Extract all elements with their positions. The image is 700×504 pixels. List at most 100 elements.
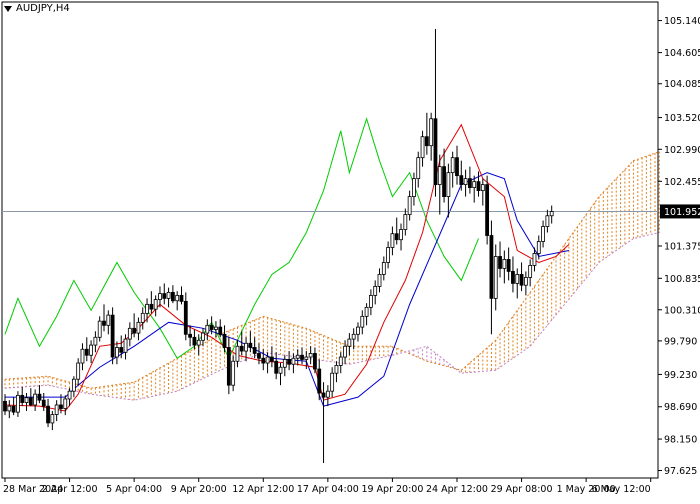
- candle-body: [347, 338, 352, 347]
- candle-body: [295, 354, 300, 359]
- candle-body: [463, 178, 468, 186]
- candle-body: [506, 259, 511, 272]
- candle-body: [368, 294, 373, 308]
- candle-body: [218, 326, 223, 335]
- candle-body: [248, 342, 253, 348]
- candle-body: [261, 357, 266, 364]
- candle-body: [519, 274, 524, 286]
- y-tick-label: 100.310: [664, 305, 700, 316]
- chart-window: 105.140 104.605 104.085 103.520 102.990 102.4…: [0, 0, 700, 500]
- candle-body: [472, 181, 477, 189]
- candle-body: [450, 157, 455, 174]
- candle-body: [304, 356, 309, 360]
- candle-body: [407, 196, 412, 215]
- candle-body: [321, 392, 326, 398]
- candle-body: [24, 397, 29, 403]
- candle-body: [278, 366, 283, 374]
- candle-body: [532, 253, 537, 266]
- candle-body: [37, 393, 42, 401]
- candle-body: [162, 293, 167, 299]
- candle-body: [455, 157, 459, 177]
- y-tick-label: 102.990: [664, 145, 700, 156]
- candle-body: [158, 293, 162, 300]
- candle: [485, 175, 490, 245]
- candle-body: [222, 333, 227, 348]
- candle-body: [373, 286, 378, 296]
- candle-body: [145, 303, 149, 314]
- candle-body: [140, 312, 145, 323]
- candle-body: [325, 390, 330, 398]
- y-tick-label: 99.230: [664, 370, 697, 381]
- candle-body: [11, 405, 16, 413]
- dropdown-triangle-icon[interactable]: [4, 5, 12, 12]
- candle-body: [231, 360, 236, 386]
- candle-body: [476, 181, 481, 192]
- candle-body: [115, 347, 119, 358]
- candle-body: [338, 356, 343, 366]
- ichimoku-chart: 105.140 104.605 104.085 103.520 102.990 102.4…: [1, 1, 700, 495]
- candle-body: [59, 404, 63, 409]
- candle-body: [106, 314, 111, 326]
- y-tick-label: 100.835: [664, 274, 700, 285]
- candle-body: [334, 365, 339, 374]
- plot-frame: [1, 1, 659, 479]
- price-axis: 105.140 104.605 104.085 103.520 102.990 102.4…: [658, 16, 700, 477]
- candle-body: [28, 397, 33, 406]
- candle-body: [480, 184, 485, 192]
- x-tick-label: 29 Apr 08:00: [491, 484, 553, 495]
- y-tick-label: 98.690: [664, 402, 697, 413]
- candle-body: [403, 214, 408, 230]
- current-price-label: 101.952: [664, 207, 700, 218]
- candle-body: [205, 324, 210, 334]
- candle-body: [300, 354, 304, 360]
- candle-body: [67, 390, 72, 400]
- candle-body: [183, 300, 188, 335]
- y-tick-label: 101.375: [664, 241, 700, 252]
- candle-body: [71, 378, 76, 392]
- candle-body: [63, 398, 68, 409]
- candle-body: [528, 265, 533, 278]
- candle-body: [84, 348, 89, 356]
- candle-body: [541, 226, 545, 242]
- candle-body: [226, 347, 231, 386]
- candle-body: [46, 405, 50, 424]
- candle-body: [132, 327, 137, 334]
- candle-body: [424, 136, 429, 147]
- candle-body: [170, 291, 175, 302]
- candle-body: [252, 347, 257, 354]
- candle-body: [360, 315, 365, 328]
- candle-body: [364, 306, 369, 317]
- candle-body: [502, 259, 507, 269]
- candle-body: [549, 211, 554, 217]
- y-tick-label: 104.085: [664, 79, 700, 90]
- candle-body: [412, 178, 416, 197]
- candle-body: [485, 184, 490, 236]
- candle-body: [136, 321, 141, 334]
- candle-body: [149, 303, 154, 310]
- x-tick-label: 6 May 12:00: [592, 484, 651, 495]
- candle-body: [459, 175, 464, 186]
- candle-body: [179, 294, 184, 302]
- candle-body: [416, 157, 421, 180]
- candle-body: [545, 215, 550, 227]
- candle-body: [7, 405, 12, 412]
- chart-title-bar[interactable]: AUDJPY,H4: [4, 3, 70, 14]
- candle-body: [50, 414, 55, 424]
- candle-body: [515, 274, 520, 284]
- candle-body: [433, 118, 438, 186]
- candle-body: [54, 404, 59, 415]
- candle-body: [235, 345, 240, 362]
- x-tick-label: 24 Apr 12:00: [426, 484, 488, 495]
- y-tick-label: 97.625: [664, 466, 697, 477]
- candle-body: [420, 136, 425, 159]
- candle-body: [188, 333, 192, 338]
- candle-body: [110, 314, 115, 358]
- candle-body: [102, 320, 106, 326]
- candle-body: [446, 172, 451, 197]
- candle-body: [153, 299, 158, 310]
- candle-body: [239, 345, 244, 352]
- candle-body: [20, 394, 25, 403]
- x-tick-label: 9 Apr 20:00: [171, 484, 227, 495]
- x-tick-label: 5 Apr 04:00: [106, 484, 162, 495]
- candle-body: [41, 399, 46, 407]
